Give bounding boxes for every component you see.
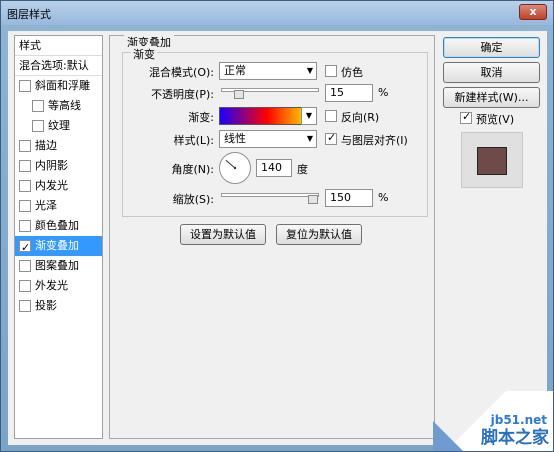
chevron-down-icon: ▼ [306, 134, 313, 143]
angle-value: 140 [261, 161, 282, 174]
dither-label: 仿色 [341, 66, 363, 79]
title-bar: 图层样式 x [1, 1, 553, 25]
watermark-name: 脚本之家 [481, 428, 549, 448]
sidebar-item[interactable]: 纹理 [15, 116, 102, 136]
preview-swatch [477, 147, 507, 175]
sidebar-item-label: 描边 [35, 139, 57, 152]
scale-unit: % [378, 191, 389, 204]
style-checkbox[interactable] [19, 160, 31, 172]
gradient-label: 渐变: [188, 111, 214, 124]
style-checkbox[interactable] [19, 80, 31, 92]
scale-value: 150 [330, 191, 351, 204]
new-style-button[interactable]: 新建样式(W)... [443, 87, 540, 108]
reverse-checkbox[interactable] [325, 110, 337, 122]
sidebar-item[interactable]: 图案叠加 [15, 256, 102, 276]
sidebar-item-label: 图案叠加 [35, 259, 79, 272]
blend-options-item[interactable]: 混合选项:默认 [15, 56, 102, 76]
style-checkbox[interactable] [19, 220, 31, 232]
style-value: 线性 [224, 132, 246, 145]
blend-mode-label: 混合模式(O): [149, 66, 214, 79]
watermark: jb51.net 脚本之家 [433, 391, 553, 451]
opacity-input[interactable]: 15 [325, 84, 373, 102]
style-checkbox[interactable] [19, 180, 31, 192]
sidebar-item-label: 纹理 [48, 119, 70, 132]
style-checkbox[interactable] [32, 100, 44, 112]
angle-unit: 度 [297, 163, 308, 176]
styles-header[interactable]: 样式 [15, 36, 102, 56]
sidebar-item-label: 外发光 [35, 279, 68, 292]
sidebar-item-label: 内阴影 [35, 159, 68, 172]
layer-style-dialog: 图层样式 x 样式 混合选项:默认 斜面和浮雕等高线纹理描边内阴影内发光光泽颜色… [0, 0, 554, 452]
styles-header-label: 样式 [19, 39, 41, 52]
angle-label: 角度(N): [171, 163, 214, 176]
style-checkbox[interactable] [19, 260, 31, 272]
group-title: 渐变 [131, 46, 157, 62]
style-checkbox[interactable] [19, 238, 31, 258]
sidebar-item[interactable]: 投影 [15, 296, 102, 316]
sidebar-item[interactable]: 渐变叠加 [15, 236, 102, 258]
opacity-value: 15 [330, 86, 344, 99]
style-checkbox[interactable] [32, 120, 44, 132]
sidebar-item-label: 等高线 [48, 99, 81, 112]
close-button[interactable]: x [519, 4, 547, 20]
blend-mode-value: 正常 [224, 64, 246, 77]
sidebar-item-label: 光泽 [35, 199, 57, 212]
align-with-layer-checkbox[interactable] [325, 131, 337, 145]
blend-mode-select[interactable]: 正常 ▼ [219, 62, 317, 80]
reverse-label: 反向(R) [341, 111, 380, 124]
chevron-down-icon: ▼ [305, 111, 313, 120]
sidebar-item[interactable]: 内发光 [15, 176, 102, 196]
sidebar-item-label: 内发光 [35, 179, 68, 192]
sidebar-item[interactable]: 斜面和浮雕 [15, 76, 102, 96]
blend-options-label: 混合选项:默认 [19, 59, 89, 72]
style-select[interactable]: 线性 ▼ [219, 130, 317, 148]
sidebar-item[interactable]: 光泽 [15, 196, 102, 216]
ok-button[interactable]: 确定 [443, 37, 540, 58]
reset-default-button[interactable]: 复位为默认值 [276, 224, 362, 245]
dither-checkbox[interactable] [325, 65, 337, 77]
opacity-label: 不透明度(P): [151, 88, 214, 101]
watermark-corner [433, 421, 463, 451]
preview-checkbox[interactable] [460, 110, 472, 124]
style-checkbox[interactable] [19, 280, 31, 292]
gradient-dropdown-arrow[interactable]: ▼ [301, 107, 317, 125]
sidebar-item[interactable]: 描边 [15, 136, 102, 156]
dialog-body: 样式 混合选项:默认 斜面和浮雕等高线纹理描边内阴影内发光光泽颜色叠加渐变叠加图… [8, 31, 547, 445]
set-default-button[interactable]: 设置为默认值 [180, 224, 266, 245]
sidebar-item-label: 颜色叠加 [35, 219, 79, 232]
sidebar-item[interactable]: 颜色叠加 [15, 216, 102, 236]
angle-input[interactable]: 140 [256, 159, 292, 177]
sidebar-item-label: 斜面和浮雕 [35, 79, 90, 92]
sidebar-item[interactable]: 等高线 [15, 96, 102, 116]
chevron-down-icon: ▼ [306, 66, 313, 75]
opacity-unit: % [378, 86, 389, 99]
style-checkbox[interactable] [19, 200, 31, 212]
preview-label: 预览(V) [476, 113, 515, 126]
style-label: 样式(L): [173, 134, 214, 147]
sidebar-item[interactable]: 内阴影 [15, 156, 102, 176]
sidebar-item[interactable]: 外发光 [15, 276, 102, 296]
opacity-slider-thumb[interactable] [234, 90, 245, 99]
scale-slider-thumb[interactable] [307, 195, 318, 204]
gradient-overlay-panel: 渐变叠加 渐变 混合模式(O): 正常 ▼ 仿色 不透明度(P): 15 % 渐… [109, 34, 435, 439]
style-checkbox[interactable] [19, 300, 31, 312]
align-with-layer-label: 与图层对齐(I) [341, 134, 408, 147]
window-title: 图层样式 [7, 8, 51, 21]
sidebar-item-label: 投影 [35, 299, 57, 312]
style-checkbox[interactable] [19, 140, 31, 152]
gradient-group: 渐变 混合模式(O): 正常 ▼ 仿色 不透明度(P): 15 % 渐变: ▼ … [122, 46, 428, 217]
styles-list: 样式 混合选项:默认 斜面和浮雕等高线纹理描边内阴影内发光光泽颜色叠加渐变叠加图… [14, 35, 103, 439]
style-preview [461, 132, 523, 188]
angle-dial[interactable] [219, 152, 251, 184]
sidebar-item-label: 渐变叠加 [35, 239, 79, 252]
scale-input[interactable]: 150 [325, 189, 373, 207]
scale-slider[interactable] [221, 193, 319, 197]
cancel-button[interactable]: 取消 [443, 62, 540, 83]
scale-label: 缩放(S): [172, 193, 214, 206]
